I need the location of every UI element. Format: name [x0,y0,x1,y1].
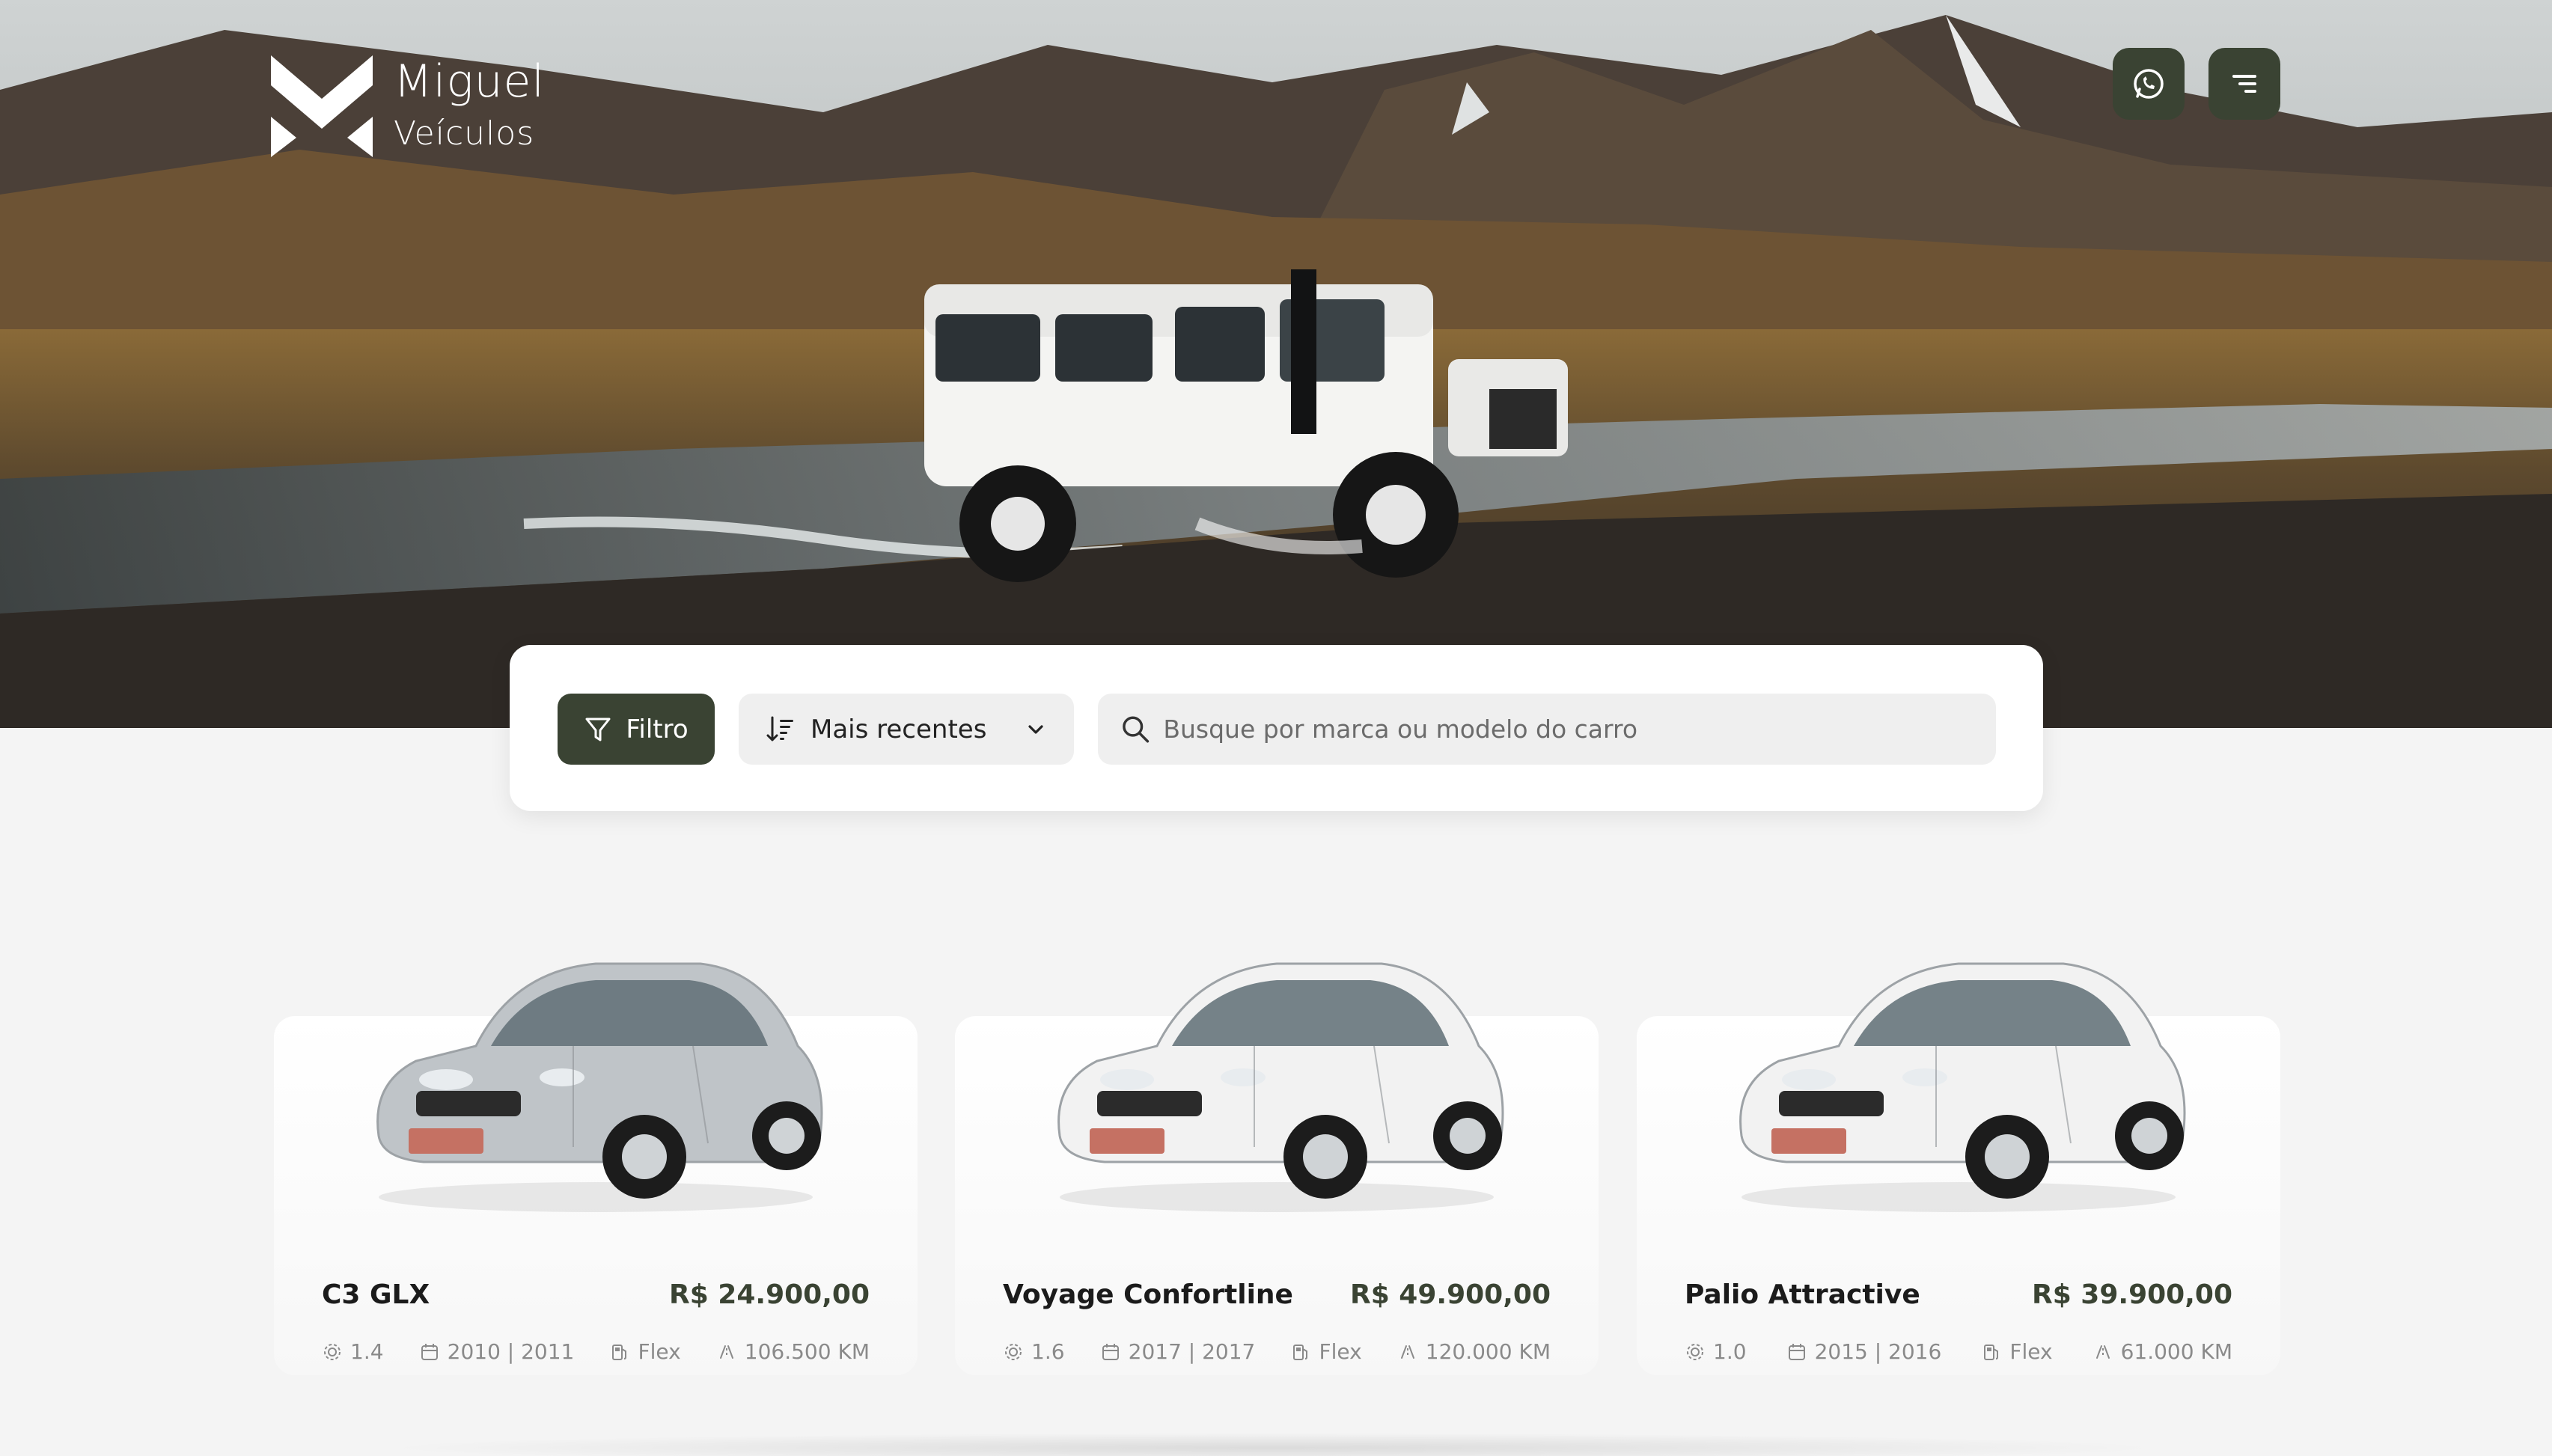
gear-icon [1687,1343,1703,1360]
spec-engine: 1.0 [1685,1339,1747,1364]
sort-icon [766,716,793,741]
car-name: Palio Attractive [1685,1279,1920,1310]
menu-icon [2232,75,2256,93]
car-name: C3 GLX [322,1279,430,1310]
whatsapp-button[interactable] [2113,48,2185,120]
whatsapp-icon [2134,69,2164,99]
search-box[interactable] [1098,694,1996,765]
car-card[interactable]: Palio Attractive R$ 39.900,00 1.0 2015 |… [1637,962,2280,1375]
car-image [1057,962,1504,1212]
car-specs: 1.6 2017 | 2017 Flex 120.000 KM [1003,1339,1551,1364]
spec-mileage-value: 61.000 KM [2120,1339,2232,1364]
spec-mileage: 106.500 KM [716,1339,870,1364]
spec-year-value: 2015 | 2016 [1814,1339,1942,1364]
spec-fuel-value: Flex [638,1339,681,1364]
calendar-icon [1102,1343,1119,1360]
chevron-down-icon [1028,724,1043,734]
menu-button[interactable] [2208,48,2280,120]
filter-icon [585,718,611,741]
gear-icon [324,1343,341,1360]
search-input[interactable] [1163,715,1973,744]
spec-mileage: 61.000 KM [2092,1339,2232,1364]
road-icon [2095,1345,2110,1359]
sort-selected-value: Mais recentes [811,714,987,744]
fuel-pump-icon [1984,1344,1999,1360]
filter-button-label: Filtro [626,714,689,744]
car-specs: 1.0 2015 | 2016 Flex 61.000 KM [1685,1339,2232,1364]
spec-fuel: Flex [1981,1339,2053,1364]
spec-engine-value: 1.0 [1713,1339,1747,1364]
spec-engine: 1.6 [1003,1339,1065,1364]
brand-logo-mark-icon [271,55,373,157]
hero-banner: Miguel Veículos [0,0,2552,728]
spec-year-value: 2010 | 2011 [447,1339,575,1364]
road-icon [1400,1345,1414,1359]
calendar-icon [1788,1343,1805,1360]
car-card[interactable]: C3 GLX R$ 24.900,00 1.4 2010 | 2011 Flex… [274,962,918,1375]
road-icon [719,1345,733,1359]
brand-logo[interactable]: Miguel Veículos [271,52,545,157]
gear-icon [1005,1343,1022,1360]
filter-button[interactable]: Filtro [558,694,715,765]
car-specs: 1.4 2010 | 2011 Flex 106.500 KM [322,1339,870,1364]
spec-engine-value: 1.4 [350,1339,384,1364]
fuel-pump-icon [1293,1344,1308,1360]
search-icon [1123,716,1150,742]
spec-fuel: Flex [609,1339,681,1364]
car-image [1739,962,2186,1212]
next-row-shadow [374,1433,2170,1456]
spec-fuel-value: Flex [1319,1339,1362,1364]
sort-dropdown[interactable]: Mais recentes [739,694,1074,765]
spec-mileage-value: 106.500 KM [744,1339,870,1364]
brand-name: Miguel [394,55,546,108]
brand-subtitle: Veículos [394,114,535,153]
spec-fuel: Flex [1290,1339,1362,1364]
car-image [376,962,823,1212]
fuel-pump-icon [612,1344,627,1360]
spec-mileage-value: 120.000 KM [1425,1339,1551,1364]
car-price: R$ 49.900,00 [1350,1279,1551,1310]
car-price: R$ 39.900,00 [2032,1279,2232,1310]
spec-year-value: 2017 | 2017 [1128,1339,1256,1364]
spec-mileage: 120.000 KM [1397,1339,1551,1364]
calendar-icon [421,1343,438,1360]
search-toolbar: Filtro Mais recentes [510,645,2043,811]
spec-year: 2015 | 2016 [1786,1339,1942,1364]
car-card[interactable]: Voyage Confortline R$ 49.900,00 1.6 2017… [955,962,1599,1375]
spec-engine-value: 1.6 [1031,1339,1065,1364]
car-name: Voyage Confortline [1003,1279,1293,1310]
spec-engine: 1.4 [322,1339,384,1364]
spec-year: 2010 | 2011 [419,1339,575,1364]
spec-fuel-value: Flex [2009,1339,2053,1364]
car-price: R$ 24.900,00 [669,1279,870,1310]
spec-year: 2017 | 2017 [1100,1339,1256,1364]
